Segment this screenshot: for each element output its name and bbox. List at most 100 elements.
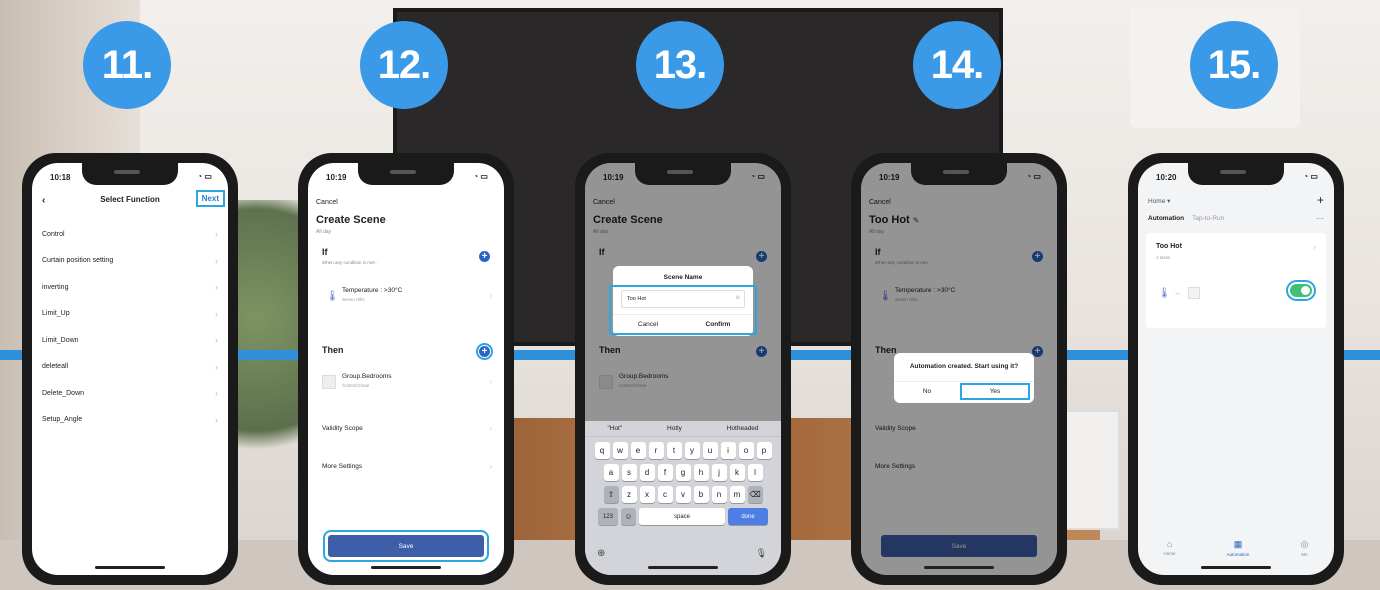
nav-automation[interactable]: ▦ Automation [1227,539,1250,557]
function-item[interactable]: Curtain position setting › [32,248,228,275]
next-button[interactable]: Next [195,190,226,207]
key[interactable]: p [756,442,772,459]
key[interactable]: c [657,486,673,503]
automation-confirm-screen: 10:19 ◔ ▭ Cancel Too Hot ✎ All day If Whe… [861,163,1057,575]
key[interactable]: a [603,464,619,481]
automation-subtitle: 1 tasks [1156,255,1171,260]
action-detail: Control:Close [342,383,370,388]
function-item[interactable]: deleteall › [32,354,228,381]
done-key[interactable]: done [728,508,768,525]
device-placeholder-icon [322,375,336,389]
page-title: Select Function [100,195,160,204]
save-button[interactable]: Save [323,530,489,562]
key[interactable]: j [711,464,727,481]
function-item[interactable]: Limit_Down › [32,327,228,354]
chevron-right-icon: › [489,291,492,300]
key[interactable]: y [684,442,700,459]
shift-key-icon[interactable]: ⇧ [603,486,619,503]
key[interactable]: w [612,442,628,459]
action-text[interactable]: Group.Bedrooms [342,373,392,380]
tab-automation[interactable]: Automation [1148,215,1184,222]
step-badge-15: 15. [1190,21,1278,109]
key[interactable]: x [639,486,655,503]
home-selector[interactable]: Home ▾ [1148,197,1170,205]
key-row-3: ⇧ z x c v b n m ⌫ [585,486,781,503]
validity-scope-item[interactable]: Validity Scope [322,425,363,432]
key[interactable]: k [729,464,745,481]
automation-toggle[interactable] [1286,280,1316,301]
globe-icon[interactable]: ⊕ [597,548,605,559]
chevron-right-icon: › [215,308,218,319]
suggestion[interactable]: Hotly [667,425,682,432]
chevron-right-icon: › [215,414,218,425]
key[interactable]: s [621,464,637,481]
dialog-yes-button[interactable]: Yes [960,383,1030,400]
key[interactable]: f [657,464,673,481]
wifi-battery-icon: ◔ ▭ [197,172,212,181]
home-indicator [1201,566,1271,569]
dialog-no-button[interactable]: No [894,382,960,401]
function-list: Control › Curtain position setting › inver… [32,221,228,433]
keyboard: "Hot" Hotly Hotheaded q w e r t y u i o … [585,421,781,575]
phone-step-12: 10:19 ◔ ▭ Cancel Create Scene All day If… [298,153,514,585]
key[interactable]: t [666,442,682,459]
key[interactable]: z [621,486,637,503]
emoji-key-icon[interactable]: ☺ [621,508,636,525]
function-item[interactable]: Control › [32,221,228,248]
scene-name-screen: 10:19 ◔ ▭ Cancel Create Scene All day If… [585,163,781,575]
key[interactable]: h [693,464,709,481]
key[interactable]: u [702,442,718,459]
then-heading: Then [322,345,344,355]
numbers-key[interactable]: 123 [598,508,618,525]
key[interactable]: o [738,442,754,459]
condition-location: Seven Hills [342,297,365,302]
condition-text[interactable]: Temperature : >30°C [342,287,402,294]
key[interactable]: m [729,486,745,503]
chevron-right-icon: › [215,361,218,372]
phone-notch [82,163,178,185]
key[interactable]: v [675,486,691,503]
phone-notch [358,163,454,185]
key[interactable]: e [630,442,646,459]
phone-step-13: 10:19 ◔ ▭ Cancel Create Scene All day If… [575,153,791,585]
dialog-title: Automation created. Start using it? [909,363,1019,370]
add-plus-icon[interactable]: + [1317,193,1324,207]
chevron-right-icon: › [215,388,218,399]
add-action-plus-icon[interactable]: + [476,343,493,360]
key[interactable]: b [693,486,709,503]
phone-notch [911,163,1007,185]
back-chevron-icon[interactable]: ‹ [42,195,45,206]
nav-home[interactable]: ⌂ Home [1164,539,1176,557]
function-item[interactable]: Delete_Down › [32,380,228,407]
automation-list-screen: 10:20 ◔ ▭ Home ▾ + Automation Tap-to-Run… [1138,163,1334,575]
key[interactable]: i [720,442,736,459]
automation-card[interactable]: Too Hot 1 tasks › 🌡 ↔ [1146,233,1326,328]
bottom-nav: ⌂ Home ▦ Automation ◎ Me [1138,539,1334,557]
function-item[interactable]: Limit_Up › [32,301,228,328]
status-time: 10:19 [326,173,347,182]
more-settings-item[interactable]: More Settings [322,463,362,470]
key[interactable]: n [711,486,727,503]
key-row-4: 123 ☺ space done [585,508,781,525]
microphone-icon[interactable]: 🎙 [756,548,767,559]
space-key[interactable]: space [639,508,725,525]
suggestion[interactable]: Hotheaded [727,425,759,432]
nav-bar: ‹ Select Function Next [32,190,228,211]
cancel-link[interactable]: Cancel [316,199,338,206]
function-item[interactable]: inverting › [32,274,228,301]
key[interactable]: q [594,442,610,459]
key[interactable]: g [675,464,691,481]
key[interactable]: l [747,464,763,481]
add-condition-plus-icon[interactable]: + [479,251,490,262]
start-automation-dialog: Automation created. Start using it? No Y… [894,353,1034,403]
create-scene-screen: 10:19 ◔ ▭ Cancel Create Scene All day If… [308,163,504,575]
function-item[interactable]: Setup_Angle › [32,407,228,434]
key[interactable]: d [639,464,655,481]
more-dots-icon[interactable]: ··· [1316,214,1324,223]
tab-tap-to-run[interactable]: Tap-to-Run [1192,215,1224,222]
nav-me[interactable]: ◎ Me [1301,539,1309,557]
suggestion[interactable]: "Hot" [607,425,622,432]
key-row-2: a s d f g h j k l [585,464,781,481]
backspace-key-icon[interactable]: ⌫ [747,486,763,503]
key[interactable]: r [648,442,664,459]
